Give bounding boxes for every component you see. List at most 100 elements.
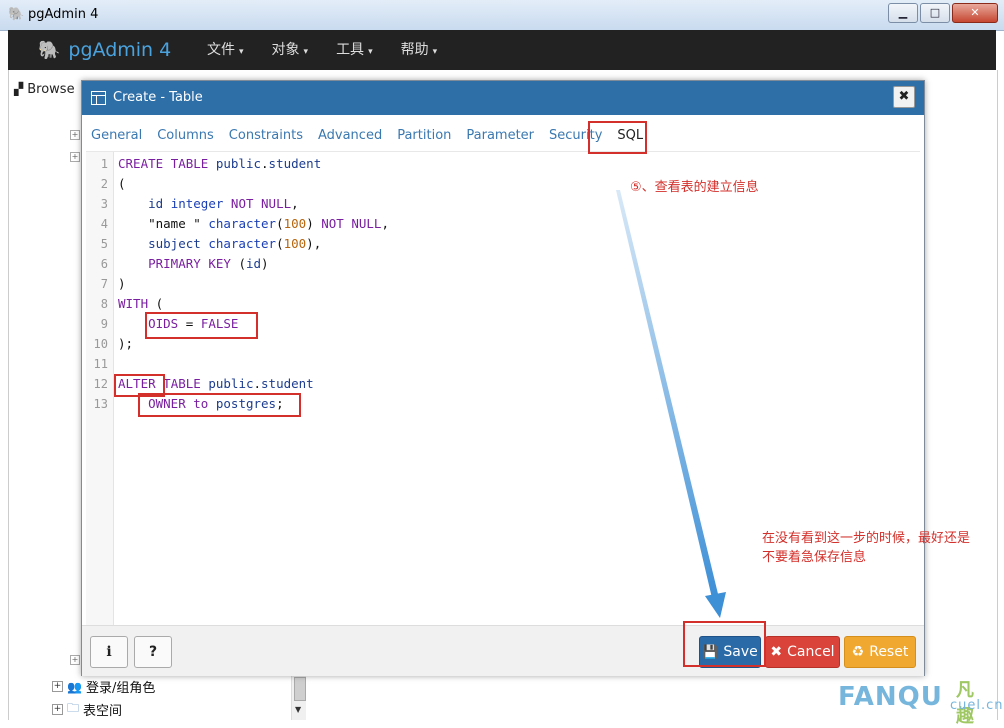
- line-number: 8: [100, 297, 108, 311]
- watermark: FANQU 凡趣 cuel.cn: [838, 680, 1003, 727]
- window-title: pgAdmin 4: [28, 7, 99, 22]
- info-button[interactable]: i: [90, 636, 128, 668]
- expand-icon[interactable]: +: [52, 704, 63, 715]
- reset-button[interactable]: ♻ Reset: [844, 636, 916, 668]
- code-line[interactable]: 13 OWNER to postgres;: [86, 394, 886, 414]
- line-number: 13: [93, 397, 108, 411]
- tree-scrollbar[interactable]: ▼: [291, 675, 306, 720]
- x-icon: ✖: [770, 644, 783, 660]
- code-line[interactable]: 1 CREATE TABLE public.student: [86, 154, 886, 174]
- dialog-header: Create - Table ✖: [82, 81, 924, 115]
- tree-item-login-roles[interactable]: + 👥 登录/组角色: [52, 677, 155, 696]
- menu-help[interactable]: 帮助 ▾: [387, 30, 452, 70]
- tab-parameter[interactable]: Parameter: [459, 121, 542, 151]
- cancel-label: Cancel: [787, 644, 835, 660]
- advice-note-line2: 不要着急保存信息: [762, 550, 867, 565]
- tree-item-label: 登录/组角色: [85, 681, 156, 696]
- dialog-footer: i ? 💾 Save ✖ Cancel ♻ Reset: [82, 625, 924, 676]
- code-line[interactable]: 3 id integer NOT NULL,: [86, 194, 886, 214]
- window-title-bar: 🐘 pgAdmin 4 ▁ □ ✕: [0, 0, 1004, 31]
- code-line[interactable]: 2(: [86, 174, 886, 194]
- scroll-down-icon[interactable]: ▼: [295, 705, 301, 714]
- code-line[interactable]: 9 OIDS = FALSE: [86, 314, 886, 334]
- tab-constraints[interactable]: Constraints: [222, 121, 311, 151]
- code-line[interactable]: 10);: [86, 334, 886, 354]
- window-close-button[interactable]: ✕: [952, 3, 998, 23]
- tree-item-tablespaces[interactable]: + 🗀 表空间: [52, 699, 122, 720]
- tab-security[interactable]: Security: [542, 121, 610, 151]
- caret-down-icon: ▾: [368, 47, 373, 57]
- help-button[interactable]: ?: [134, 636, 172, 668]
- menu-tools[interactable]: 工具 ▾: [322, 30, 387, 70]
- scrollbar-thumb[interactable]: [294, 677, 306, 701]
- code-text: );: [118, 336, 134, 351]
- line-number: 7: [100, 277, 108, 291]
- caret-down-icon: ▾: [239, 47, 244, 57]
- dialog-title: Create - Table: [113, 90, 203, 105]
- users-icon: 👥: [67, 679, 82, 694]
- tab-partition[interactable]: Partition: [390, 121, 459, 151]
- code-text: ): [118, 276, 126, 291]
- code-line[interactable]: 8 WITH (: [86, 294, 886, 314]
- tab-advanced[interactable]: Advanced: [311, 121, 390, 151]
- tree-expanders: + + +: [70, 130, 80, 670]
- maximize-button[interactable]: □: [920, 3, 950, 23]
- caret-down-icon: ▾: [303, 47, 309, 57]
- folder-icon: 🗀: [67, 701, 80, 715]
- code-text: WITH (: [118, 296, 164, 311]
- line-number: 1: [100, 157, 108, 171]
- line-number: 11: [93, 357, 108, 371]
- pgadmin-logo-icon: 🐘: [8, 7, 25, 22]
- create-table-dialog: Create - Table ✖ General Columns Constra…: [81, 80, 925, 676]
- main-menu: 文件 ▾ 对象 ▾ 工具 ▾ 帮助 ▾: [193, 30, 451, 70]
- window-controls: ▁ □ ✕: [888, 3, 998, 23]
- tree-expand-icon[interactable]: +: [70, 130, 80, 140]
- brand-label: pgAdmin 4: [68, 39, 172, 61]
- tree-expand-icon[interactable]: +: [70, 152, 80, 162]
- code-line[interactable]: 12 ALTER TABLE public.student: [86, 374, 886, 394]
- watermark-sub: cuel.cn: [950, 698, 1004, 713]
- line-number: 6: [100, 257, 108, 271]
- save-label: Save: [723, 644, 758, 660]
- menu-object[interactable]: 对象 ▾: [258, 30, 323, 70]
- save-button[interactable]: 💾 Save: [699, 636, 761, 668]
- minimize-button[interactable]: ▁: [888, 3, 918, 23]
- tab-general[interactable]: General: [84, 121, 150, 151]
- cancel-button[interactable]: ✖ Cancel: [765, 636, 840, 668]
- tree-item-label: 表空间: [83, 704, 123, 719]
- code-text: id integer NOT NULL,: [148, 196, 299, 211]
- code-line[interactable]: 7): [86, 274, 886, 294]
- caret-down-icon: ▾: [432, 47, 438, 57]
- code-text: "name " character(100) NOT NULL,: [148, 216, 389, 231]
- line-number: 12: [93, 377, 108, 391]
- code-line[interactable]: 6 PRIMARY KEY (id): [86, 254, 886, 274]
- code-text: OIDS = FALSE: [148, 316, 239, 331]
- code-text: CREATE TABLE public.student: [118, 156, 322, 171]
- expand-icon[interactable]: +: [52, 681, 63, 692]
- line-number: 3: [100, 197, 108, 211]
- line-number: 5: [100, 237, 108, 251]
- line-number: 4: [100, 217, 108, 231]
- brand[interactable]: 🐘 pgAdmin 4: [38, 39, 171, 61]
- code-line[interactable]: 11: [86, 354, 886, 374]
- step-note: ⑤、查看表的建立信息: [630, 180, 759, 195]
- floppy-disk-icon: 💾: [702, 644, 719, 660]
- tab-columns[interactable]: Columns: [150, 121, 222, 151]
- tab-sql[interactable]: SQL: [610, 121, 652, 151]
- code-text: ALTER TABLE public.student: [118, 376, 314, 391]
- dialog-tabs: General Columns Constraints Advanced Par…: [82, 121, 926, 151]
- reset-label: Reset: [869, 644, 909, 660]
- app-navbar: 🐘 pgAdmin 4 文件 ▾ 对象 ▾ 工具 ▾ 帮助 ▾: [8, 30, 996, 70]
- watermark-main: FANQU: [838, 682, 943, 712]
- menu-file[interactable]: 文件 ▾: [193, 30, 258, 70]
- code-text: (: [118, 176, 126, 191]
- dialog-close-button[interactable]: ✖: [893, 86, 915, 108]
- code-text: subject character(100),: [148, 236, 322, 251]
- code-line[interactable]: 5 subject character(100),: [86, 234, 886, 254]
- advice-note-line1: 在没有看到这一步的时候，最好还是: [762, 531, 971, 546]
- line-number: 2: [100, 177, 108, 191]
- tree-expand-icon[interactable]: +: [70, 655, 80, 665]
- code-text: PRIMARY KEY (id): [148, 256, 269, 271]
- recycle-icon: ♻: [851, 644, 865, 660]
- code-line[interactable]: 4 "name " character(100) NOT NULL,: [86, 214, 886, 234]
